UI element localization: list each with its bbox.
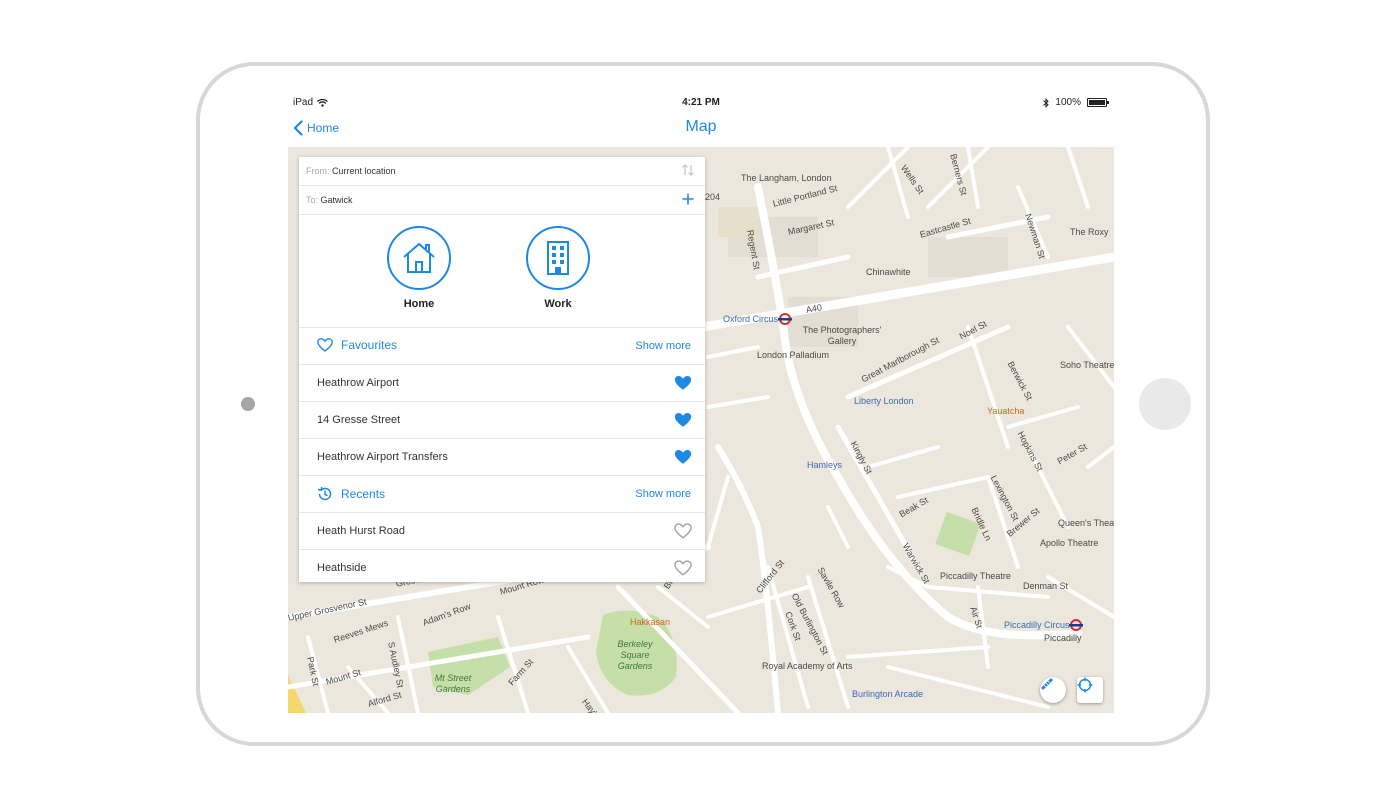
quick-destinations: Home Work [299,215,705,328]
from-field[interactable]: From: Current location [299,157,705,186]
recent-item-label: Heathside [317,562,367,574]
favourites-header: Favourites Show more [299,328,705,365]
page-title: Map [685,118,717,135]
recents-title: Recents [341,487,386,501]
work-label: Work [544,298,572,310]
recent-item[interactable]: Heathside [299,550,705,586]
heart-outline-icon [317,338,333,352]
map-label: The Photographers' Gallery [802,325,882,346]
map-label: Royal Academy of Arts [762,661,853,671]
route-panel: From: Current location To: Gatwick Home … [299,157,705,582]
home-hardware-button[interactable] [1139,378,1191,430]
map-label: Mt Street Gardens [434,673,472,694]
map-label: Queen's Theatre [1058,518,1114,528]
heart-outline-icon [674,523,692,539]
locate-icon [1077,677,1093,693]
swap-button[interactable] [681,163,695,179]
map-label: Liberty London [854,396,914,406]
screen: iPad 4:21 PM 100% Home Map The Langham, … [288,94,1114,713]
favourite-item-label: Heathrow Airport [317,377,399,389]
building-icon [547,241,569,275]
recent-item[interactable]: Heath Hurst Road [299,513,705,550]
heart-filled-icon [674,450,692,464]
map-label: Berkeley Square Gardens [617,639,653,671]
bluetooth-icon [1043,97,1050,108]
swap-icon [682,164,694,176]
camera-dot [241,397,255,411]
map-label: Piccadilly Theatre [940,571,1011,581]
favourites-show-more[interactable]: Show more [635,340,691,352]
map-label: Soho Theatre [1060,360,1114,370]
add-icon [682,193,694,205]
map-label: Piccadilly Circus [1004,620,1070,630]
recents-header: Recents Show more [299,476,705,513]
map-label: Hakkasan [630,617,671,627]
map-label: Apollo Theatre [1040,538,1099,548]
heart-filled-icon [674,413,692,427]
home-label: Home [403,298,435,310]
favourite-item-label: Heathrow Airport Transfers [317,451,448,463]
house-icon [403,243,435,273]
map-label: Burlington Arcade [852,689,924,699]
favourite-toggle[interactable] [674,523,692,544]
battery-icon [1087,98,1109,107]
status-time: 4:21 PM [682,97,720,108]
map-label: The Langham, London [741,173,832,183]
measure-button[interactable] [1040,677,1066,703]
map-label: Hamleys [807,460,843,470]
to-label: To: [306,195,319,205]
favourite-item[interactable]: 14 Gresse Street [299,402,705,439]
status-bar: iPad 4:21 PM 100% [288,94,1114,112]
map-label: Denman St [1023,581,1069,591]
from-value: Current location [332,166,396,176]
favourite-toggle[interactable] [674,560,692,581]
to-value: Gatwick [320,195,353,205]
favourite-item-label: 14 Gresse Street [317,414,401,426]
heart-outline-icon [674,560,692,576]
ruler-icon [1041,678,1053,690]
battery-percent: 100% [1055,97,1081,108]
favourite-toggle[interactable] [674,412,692,433]
map-label: Piccadilly [1044,633,1082,643]
favourite-toggle[interactable] [674,375,692,396]
map-label: Chinawhite [866,267,911,277]
locate-button[interactable] [1077,677,1103,703]
map-label: London Palladium [757,350,830,360]
add-stop-button[interactable] [681,192,695,208]
history-icon [317,486,332,501]
map-label: Oxford Circus [723,314,779,324]
favourites-title: Favourites [341,338,398,352]
heart-filled-icon [674,376,692,390]
favourite-toggle[interactable] [674,449,692,470]
favourite-item[interactable]: Heathrow Airport Transfers [299,439,705,476]
map-label: 204 [705,192,721,202]
home-shortcut[interactable]: Home [379,226,459,310]
work-shortcut[interactable]: Work [518,226,598,310]
from-label: From: [306,166,330,176]
recents-show-more[interactable]: Show more [635,488,691,500]
map-label: The Roxy [1070,227,1109,237]
map-label: Yauatcha [987,406,1025,416]
recent-item-label: Heath Hurst Road [317,525,406,537]
favourite-item[interactable]: Heathrow Airport [299,365,705,402]
to-field[interactable]: To: Gatwick [299,186,705,215]
navigation-bar: Home Map [288,112,1114,148]
